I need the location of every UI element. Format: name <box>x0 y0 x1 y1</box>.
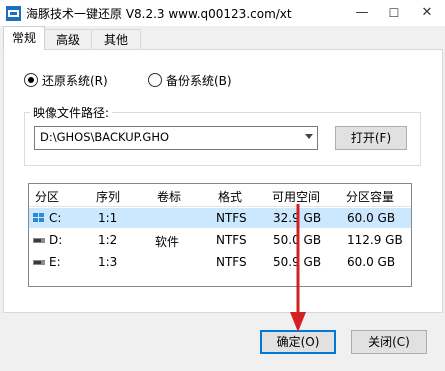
radio-dot <box>28 77 34 83</box>
drive-icon <box>33 260 45 265</box>
cell-index: 1:1 <box>98 211 118 225</box>
windows-drive-icon <box>33 213 44 222</box>
image-path-value: D:\GHOS\BACKUP.GHO <box>40 130 170 144</box>
title-bar: 海豚技术一键还原 V8.2.3 www.q00123.com/xt — ☐ ✕ <box>0 0 445 26</box>
image-path-label: 映像文件路径: <box>30 104 113 121</box>
tab-other[interactable]: 其他 <box>91 29 141 50</box>
drive-icon <box>33 238 45 243</box>
cell-index: 1:3 <box>98 255 118 269</box>
cell-index: 1:2 <box>98 233 118 247</box>
cell-partition: C: <box>49 211 62 225</box>
radio-circle <box>148 73 162 87</box>
maximize-button[interactable]: ☐ <box>377 0 411 26</box>
cell-capacity: 112.9 GB <box>347 233 403 247</box>
table-row[interactable]: D: 1:2 软件 NTFS 50.0 GB 112.9 GB <box>29 230 411 250</box>
app-icon <box>6 6 21 21</box>
window-title: 海豚技术一键还原 V8.2.3 www.q00123.com/xt <box>26 7 292 21</box>
cell-partition: E: <box>49 255 61 269</box>
cell-format: NTFS <box>216 211 247 225</box>
cell-capacity: 60.0 GB <box>347 211 396 225</box>
column-header[interactable]: 分区容量 <box>346 188 394 205</box>
minimize-icon: — <box>355 5 369 20</box>
restore-radio-label: 还原系统(R) <box>42 74 108 88</box>
close-icon: ✕ <box>421 5 433 20</box>
open-file-button[interactable]: 打开(F) <box>335 126 407 150</box>
cell-label: 软件 <box>155 235 180 249</box>
table-header: 分区 序列 卷标 格式 可用空间 分区容量 <box>29 184 411 207</box>
image-path-combobox[interactable]: D:\GHOS\BACKUP.GHO <box>34 126 318 150</box>
annotation-arrow <box>290 204 306 332</box>
maximize-icon: ☐ <box>388 6 400 20</box>
column-header[interactable]: 卷标 <box>157 188 181 205</box>
cell-format: NTFS <box>216 255 247 269</box>
cell-partition: D: <box>49 233 63 247</box>
tab-advanced[interactable]: 高级 <box>44 29 92 50</box>
table-row[interactable]: E: 1:3 NTFS 50.9 GB 60.0 GB <box>29 252 411 272</box>
tab-general[interactable]: 常规 <box>3 26 45 50</box>
radio-circle <box>24 73 38 87</box>
cell-capacity: 60.0 GB <box>347 255 396 269</box>
close-window-button[interactable]: ✕ <box>410 0 444 26</box>
partition-table: 分区 序列 卷标 格式 可用空间 分区容量 C: 1:1 NTFS 32.9 G… <box>28 183 412 287</box>
column-header[interactable]: 分区 <box>35 188 59 205</box>
column-header[interactable]: 序列 <box>96 188 120 205</box>
close-button[interactable]: 关闭(C) <box>351 330 427 354</box>
cell-format: NTFS <box>216 233 247 247</box>
column-header[interactable]: 格式 <box>218 188 242 205</box>
backup-radio-label: 备份系统(B) <box>166 74 232 88</box>
tab-strip: 常规 高级 其他 <box>0 26 445 50</box>
general-panel: 还原系统(R) 备份系统(B) 映像文件路径: D:\GHOS\BACKUP.G… <box>3 49 443 313</box>
minimize-button[interactable]: — <box>345 0 379 26</box>
table-row[interactable]: C: 1:1 NTFS 32.9 GB 60.0 GB <box>29 208 411 228</box>
chevron-down-icon[interactable] <box>305 134 313 139</box>
